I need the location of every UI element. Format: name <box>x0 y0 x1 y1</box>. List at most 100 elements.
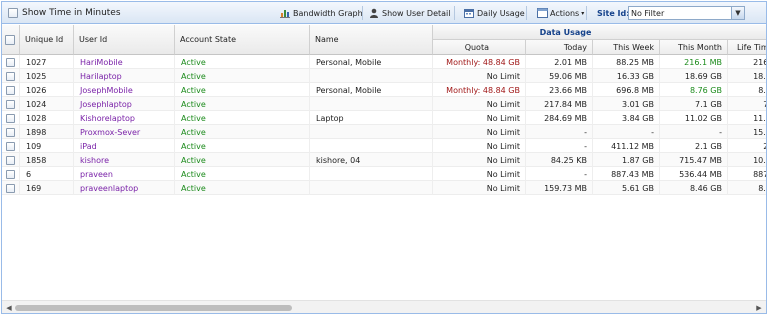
row-checkbox[interactable] <box>2 83 20 97</box>
calendar-icon <box>464 8 474 18</box>
chevron-down-icon: ▾ <box>581 9 585 17</box>
row-checkbox[interactable] <box>2 167 20 181</box>
column-label: Today <box>563 42 587 52</box>
cell-this-month: 8.46 GB <box>660 181 728 195</box>
cell-unique-id: 1026 <box>20 83 74 97</box>
column-header-quota[interactable]: Quota <box>433 40 526 55</box>
checkbox-icon[interactable] <box>6 113 15 123</box>
table-row[interactable]: 1027 HariMobile Active Personal, Mobile Mont… <box>2 55 766 69</box>
column-label: Quota <box>464 42 489 52</box>
cell-user-id[interactable]: Kishorelaptop <box>74 111 175 125</box>
table-row[interactable]: 1025 Harilaptop Active No Limit 59.06 MB 16.3… <box>2 69 766 83</box>
cell-name <box>310 167 433 181</box>
row-checkbox[interactable] <box>2 97 20 111</box>
checkbox-icon[interactable] <box>6 85 15 95</box>
cell-this-week: 411.12 MB <box>593 139 660 153</box>
column-header-this-week[interactable]: This Week <box>593 40 660 55</box>
toolbar-separator <box>362 6 363 20</box>
cell-life-time: 8.46 <box>728 181 766 195</box>
chevron-down-icon[interactable]: ▼ <box>731 7 744 19</box>
cell-unique-id: 109 <box>20 139 74 153</box>
column-header-account-state[interactable]: Account State <box>175 25 310 55</box>
table-row[interactable]: 169 praveenlaptop Active No Limit 159.73 MB 5… <box>2 181 766 195</box>
table-row[interactable]: 1028 Kishorelaptop Active Laptop No Limit 284… <box>2 111 766 125</box>
cell-account-state: Active <box>175 83 310 97</box>
scrollbar-thumb[interactable] <box>15 305 292 311</box>
row-checkbox[interactable] <box>2 111 20 125</box>
horizontal-scrollbar[interactable]: ◀ ▶ <box>2 300 766 313</box>
cell-today: 23.66 MB <box>526 83 593 97</box>
row-checkbox[interactable] <box>2 153 20 167</box>
checkbox-icon[interactable] <box>6 127 15 137</box>
cell-user-id[interactable]: praveen <box>74 167 175 181</box>
column-header-user-id[interactable]: User Id <box>74 25 175 55</box>
checkbox-icon[interactable] <box>8 8 18 18</box>
row-checkbox[interactable] <box>2 69 20 83</box>
cell-user-id[interactable]: JosephMobile <box>74 83 175 97</box>
column-group-data-usage: Data Usage <box>433 25 766 40</box>
checkbox-icon[interactable] <box>6 169 15 179</box>
column-header-unique-id[interactable]: Unique Id <box>20 25 74 55</box>
show-user-detail-button[interactable]: Show User Detail <box>369 2 450 24</box>
window-icon <box>537 8 548 18</box>
checkbox-icon[interactable] <box>6 57 15 67</box>
toolbar-separator <box>586 6 587 20</box>
cell-today: 217.84 MB <box>526 97 593 111</box>
scroll-right-icon[interactable]: ▶ <box>754 303 764 313</box>
cell-user-id[interactable]: kishore <box>74 153 175 167</box>
cell-user-id[interactable]: HariMobile <box>74 55 175 69</box>
cell-name <box>310 69 433 83</box>
daily-usage-button[interactable]: Daily Usage <box>464 2 525 24</box>
column-header-this-month[interactable]: This Month <box>660 40 728 55</box>
cell-user-id[interactable]: Josephlaptop <box>74 97 175 111</box>
cell-today: 59.06 MB <box>526 69 593 83</box>
column-label: This Week <box>613 42 654 52</box>
checkbox-icon[interactable] <box>6 99 15 109</box>
select-all-checkbox[interactable] <box>2 25 20 55</box>
cell-account-state: Active <box>175 153 310 167</box>
cell-user-id[interactable]: Proxmox-Sever <box>74 125 175 139</box>
table-row[interactable]: 6 praveen Active No Limit -887.43 MB 536.44 M… <box>2 167 766 181</box>
cell-this-month: 7.1 GB <box>660 97 728 111</box>
column-label: Life Tim <box>737 42 767 52</box>
column-header-life-time[interactable]: Life Tim <box>728 40 767 55</box>
row-checkbox[interactable] <box>2 125 20 139</box>
checkbox-icon[interactable] <box>5 34 15 45</box>
cell-today: - <box>526 125 593 139</box>
cell-today: 284.69 MB <box>526 111 593 125</box>
table-row[interactable]: 1858 kishore Active kishore, 04 No Limit 84.2… <box>2 153 766 167</box>
cell-this-week: 3.84 GB <box>593 111 660 125</box>
column-label: Unique Id <box>25 35 64 44</box>
cell-life-time: 10.33 <box>728 153 766 167</box>
scroll-left-icon[interactable]: ◀ <box>4 303 14 313</box>
checkbox-icon[interactable] <box>6 155 15 165</box>
cell-user-id[interactable]: iPad <box>74 139 175 153</box>
cell-this-week: 1.87 GB <box>593 153 660 167</box>
column-label: Name <box>315 35 339 44</box>
checkbox-icon[interactable] <box>6 141 15 151</box>
table-row[interactable]: 1898Proxmox-SeverActiveNo Limit---15.88 <box>2 125 766 139</box>
cell-user-id[interactable]: Harilaptop <box>74 69 175 83</box>
cell-life-time: 11.02 <box>728 111 766 125</box>
cell-this-month: 536.44 MB <box>660 167 728 181</box>
site-id-select[interactable]: No Filter ▼ <box>628 6 745 20</box>
show-time-in-minutes-checkbox[interactable]: Show Time in Minutes <box>8 2 121 24</box>
column-header-today[interactable]: Today <box>526 40 593 55</box>
checkbox-icon[interactable] <box>6 183 15 193</box>
actions-menu-button[interactable]: Actions ▾ <box>537 2 584 24</box>
cell-user-id[interactable]: praveenlaptop <box>74 181 175 195</box>
cell-unique-id: 1025 <box>20 69 74 83</box>
table-row[interactable]: 1024 Josephlaptop Active No Limit 217.84 MB 3… <box>2 97 766 111</box>
row-checkbox[interactable] <box>2 181 20 195</box>
row-checkbox[interactable] <box>2 55 20 69</box>
cell-account-state: Active <box>175 167 310 181</box>
bandwidth-graph-button[interactable]: Bandwidth Graph <box>280 2 363 24</box>
row-checkbox[interactable] <box>2 139 20 153</box>
cell-name: Personal, Mobile <box>310 83 433 97</box>
cell-quota: No Limit <box>433 125 526 139</box>
checkbox-icon[interactable] <box>6 71 15 81</box>
table-row[interactable]: 109iPadActive No Limit-411.12 MB2.1 GB2.1 <box>2 139 766 153</box>
column-header-name[interactable]: Name <box>310 25 433 55</box>
site-id-label: Site Id: <box>597 8 630 18</box>
table-row[interactable]: 1026 JosephMobile Active Personal, Mobile Mo… <box>2 83 766 97</box>
